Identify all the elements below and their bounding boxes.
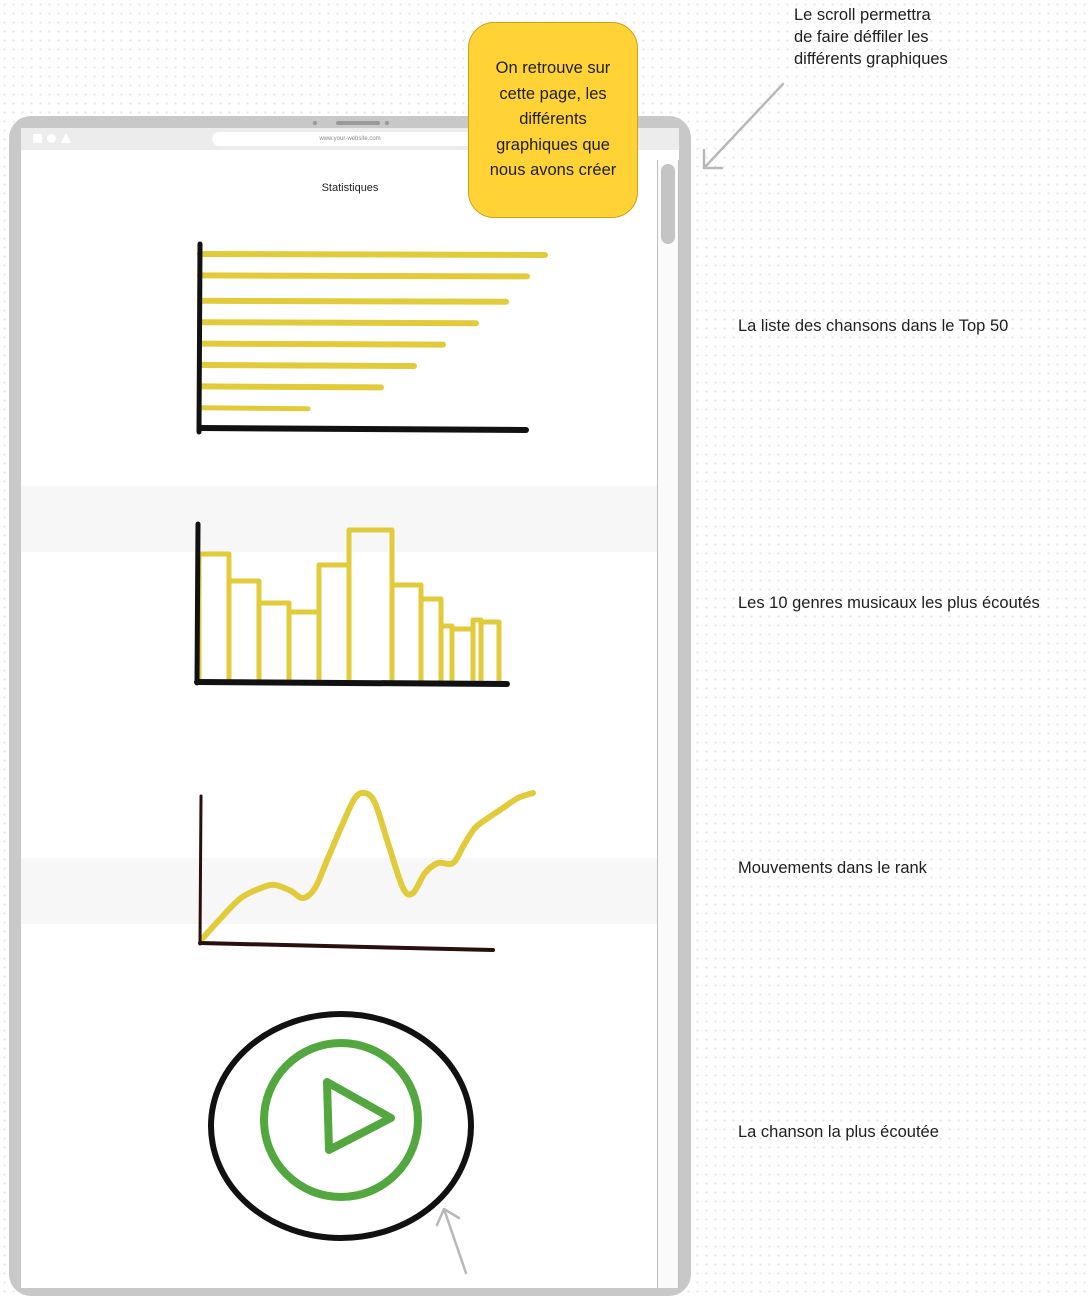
sticky-note-line-1: On retrouve sur <box>495 59 611 78</box>
sticky-note-line-5: nous avons créer <box>489 161 617 180</box>
scrollbar-track[interactable] <box>657 160 679 1288</box>
bar <box>478 619 502 685</box>
sticky-note-line-4: graphiques que <box>496 135 610 154</box>
rank-movement-line-chart <box>198 789 536 952</box>
circle-icon[interactable] <box>47 134 56 143</box>
y-axis <box>198 794 203 946</box>
play-button[interactable] <box>260 1039 422 1201</box>
browser-window: www.your-website.com Statistiques <box>21 128 679 1288</box>
bar <box>449 626 476 685</box>
bar <box>256 600 292 685</box>
camera-dot <box>385 121 389 125</box>
triangle-icon[interactable] <box>61 133 71 143</box>
top-genres-bar-chart <box>194 521 510 687</box>
bar <box>197 340 446 348</box>
scroll-note-line-3: différents graphiques <box>794 50 948 68</box>
chart3-label: Mouvements dans le rank <box>738 859 927 877</box>
chart2-label: Les 10 genres musicaux les plus écoutés <box>738 594 1040 612</box>
top50-horizontal-bar-chart <box>196 241 548 435</box>
camera-dot <box>313 121 317 125</box>
scroll-note: Le scroll permettra de faire déffiler le… <box>794 4 948 70</box>
bar <box>286 609 322 685</box>
play-icon[interactable] <box>323 1078 395 1154</box>
scroll-arrow-icon <box>702 82 785 170</box>
square-icon[interactable] <box>33 134 42 143</box>
y-axis <box>194 521 201 686</box>
bar <box>197 319 479 327</box>
bar <box>196 551 232 685</box>
url-bar[interactable]: www.your-website.com <box>212 132 488 146</box>
scroll-note-line-2: de faire déffiler les <box>794 28 929 46</box>
bar <box>197 362 417 369</box>
sticky-note-text: On retrouve sur cette page, les différen… <box>478 56 628 184</box>
camera-bar <box>336 121 380 125</box>
scroll-note-line-1: Le scroll permettra <box>794 6 931 24</box>
bar <box>418 596 444 685</box>
scrollbar-thumb[interactable] <box>661 164 675 244</box>
bar <box>226 578 262 685</box>
chart1-label: La liste des chansons dans le Top 50 <box>738 317 1009 335</box>
player-arrow-icon <box>435 1207 468 1275</box>
x-axis <box>197 425 529 433</box>
bar <box>346 527 395 685</box>
bar <box>197 297 509 305</box>
bar <box>197 272 530 280</box>
bar <box>316 562 352 685</box>
chart4-label: La chanson la plus écoutée <box>738 1123 939 1141</box>
y-axis <box>196 241 203 435</box>
bar <box>197 383 384 391</box>
sticky-note: On retrouve sur cette page, les différen… <box>468 22 638 218</box>
series-line <box>200 789 536 941</box>
bar <box>197 405 311 412</box>
tablet-frame: www.your-website.com Statistiques <box>9 116 691 1296</box>
x-axis <box>198 941 495 952</box>
sticky-note-line-2: cette page, les <box>499 84 607 103</box>
sticky-note-line-3: différents <box>519 110 587 129</box>
bar <box>197 251 548 258</box>
bar <box>389 582 424 685</box>
x-axis <box>194 679 510 687</box>
